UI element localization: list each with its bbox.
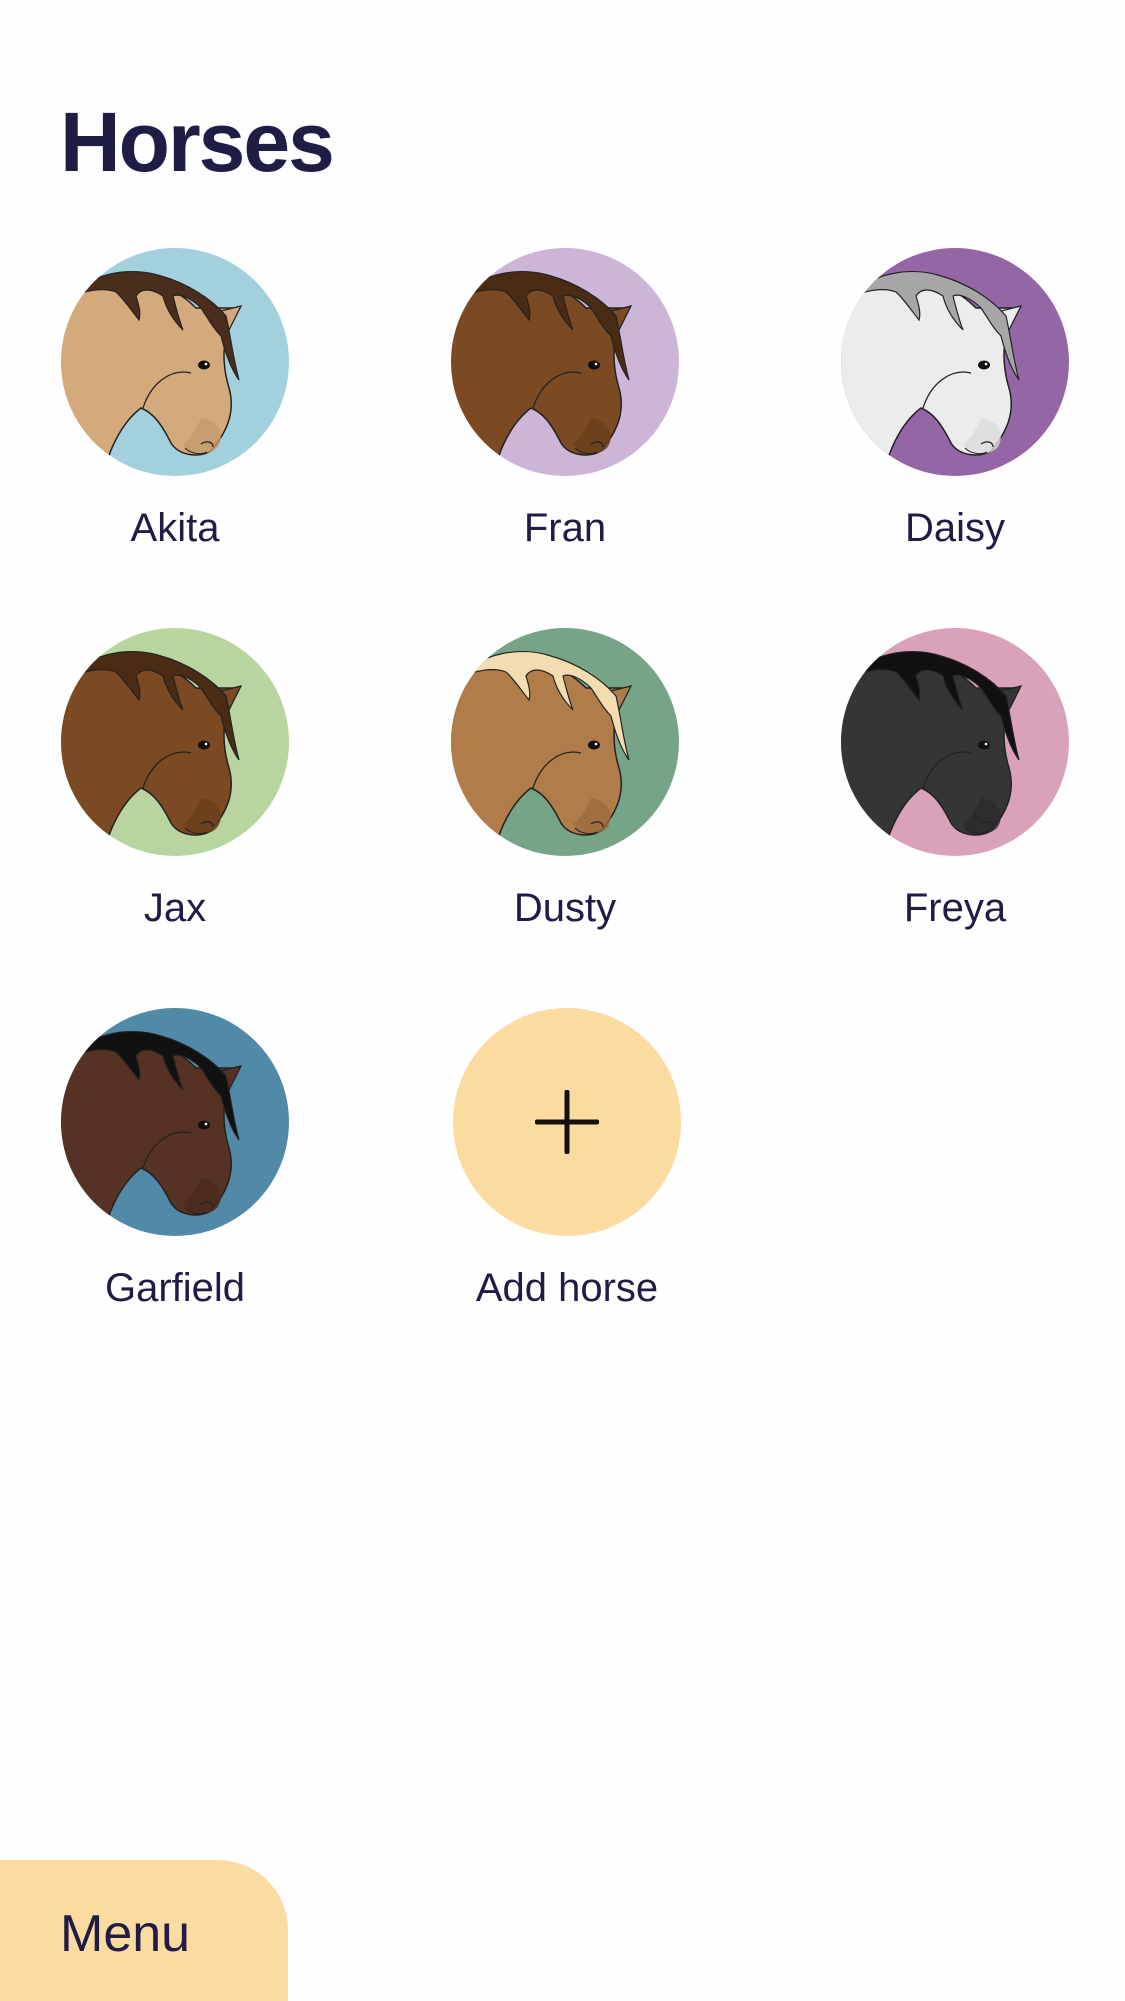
- horse-head-icon: [61, 1008, 289, 1236]
- horse-name: Daisy: [904, 506, 1006, 550]
- horse-avatar: [61, 628, 289, 856]
- horse-head-icon: [841, 628, 1069, 856]
- horse-tile-freya[interactable]: Freya: [805, 628, 1105, 958]
- horse-head-icon: [61, 628, 289, 856]
- horse-tile-akita[interactable]: Akita: [25, 248, 325, 578]
- add-horse-button[interactable]: Add horse: [417, 1008, 717, 1338]
- menu-label: Menu: [60, 1905, 191, 1963]
- horse-tile-garfield[interactable]: Garfield: [25, 1008, 325, 1338]
- horse-name: Dusty: [513, 886, 617, 930]
- horse-grid: Akita Fran Daisy Jax Dusty Freya Garfield Add h…: [0, 0, 1125, 1400]
- horse-head-icon: [61, 248, 289, 476]
- horse-tile-dusty[interactable]: Dusty: [415, 628, 715, 958]
- horse-head-icon: [451, 248, 679, 476]
- horse-tile-fran[interactable]: Fran: [415, 248, 715, 578]
- horse-head-icon: [451, 628, 679, 856]
- horse-name: Jax: [143, 886, 207, 930]
- horse-avatar: [61, 1008, 289, 1236]
- horse-tile-jax[interactable]: Jax: [25, 628, 325, 958]
- horse-avatar: [841, 628, 1069, 856]
- menu-button[interactable]: Menu: [0, 1860, 288, 2001]
- add-horse-label: Add horse: [475, 1266, 659, 1310]
- horse-name: Freya: [903, 886, 1007, 930]
- add-horse-circle: [453, 1008, 681, 1236]
- horse-avatar: [451, 628, 679, 856]
- horse-avatar: [451, 248, 679, 476]
- horse-avatar: [841, 248, 1069, 476]
- horse-tile-daisy[interactable]: Daisy: [805, 248, 1105, 578]
- horse-avatar: [61, 248, 289, 476]
- horse-name: Garfield: [104, 1266, 246, 1310]
- horse-head-icon: [841, 248, 1069, 476]
- horse-name: Akita: [130, 506, 220, 550]
- plus-icon: [535, 1090, 599, 1154]
- horse-name: Fran: [523, 506, 607, 550]
